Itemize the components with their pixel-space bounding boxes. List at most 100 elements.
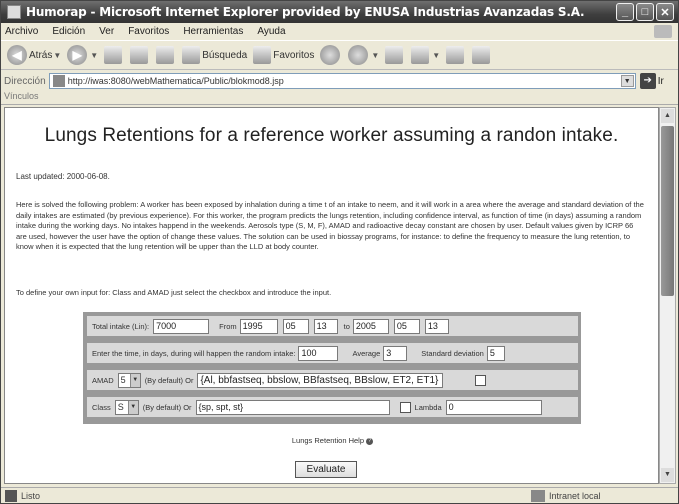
star-icon (253, 46, 272, 64)
address-dropdown-icon[interactable]: ▼ (620, 75, 634, 87)
address-input[interactable]: http://iwas:8080/webMathematica/Public/b… (48, 73, 636, 89)
menu-ayuda[interactable]: Ayuda (257, 26, 285, 37)
security-zone: Intranet local (531, 489, 601, 502)
print-icon (385, 46, 404, 64)
history-icon (320, 45, 341, 65)
back-button[interactable]: ◀ Atrás ▼ (7, 45, 61, 65)
amad-label: AMAD (92, 375, 114, 385)
maximize-button[interactable]: □ (636, 3, 654, 21)
back-label: Atrás (29, 49, 53, 61)
amad-default-label: (By default) Or (144, 375, 194, 385)
scroll-down-icon[interactable]: ▼ (661, 468, 674, 482)
menu-archivo[interactable]: Archivo (5, 26, 38, 37)
average-label: Average (352, 348, 381, 358)
mail-button[interactable]: ▼ (348, 45, 379, 65)
vertical-scrollbar[interactable]: ▲ ▼ (659, 107, 676, 484)
days-input[interactable]: 100 (298, 345, 339, 361)
from-month-input[interactable]: 05 (282, 318, 309, 334)
history-button[interactable] (320, 45, 342, 65)
title-bar: Humorap - Microsoft Internet Explorer pr… (1, 1, 678, 23)
menu-ver[interactable]: Ver (99, 26, 114, 37)
form-row-class: Class S ▼ (By default) Or {sp, spt, st} … (87, 397, 578, 417)
lambda-label: Lambda (414, 402, 442, 412)
status-text: Listo (21, 490, 41, 501)
from-year-input[interactable]: 1995 (239, 318, 278, 334)
menu-herramientas[interactable]: Herramientas (183, 26, 243, 37)
mail-dropdown-icon[interactable]: ▼ (371, 51, 379, 60)
evaluate-button[interactable]: Evaluate (295, 461, 357, 478)
windows-flag-icon (654, 25, 672, 38)
links-bar[interactable]: Vínculos (1, 91, 678, 105)
menu-edicion[interactable]: Edición (52, 26, 85, 37)
search-button[interactable]: Búsqueda (182, 46, 247, 64)
address-bar: Dirección http://iwas:8080/webMathematic… (1, 71, 678, 91)
scrollbar-thumb[interactable] (661, 126, 674, 296)
intranet-icon (531, 489, 545, 502)
form-row-amad: AMAD 5 ▼ (By default) Or {Al, bbfastseq,… (87, 370, 578, 390)
favorites-button[interactable]: Favoritos (253, 46, 314, 64)
zone-text: Intranet local (549, 490, 601, 501)
edit-button[interactable]: ▼ (411, 46, 440, 64)
go-label: Ir (657, 75, 664, 87)
discuss-button[interactable] (446, 46, 466, 64)
status-bar: Listo Intranet local (1, 487, 678, 503)
page-title: Lungs Retentions for a reference worker … (44, 125, 619, 146)
search-icon (182, 46, 201, 64)
help-link[interactable]: Lungs Retention Help ? (5, 436, 658, 445)
from-day-input[interactable]: 13 (313, 318, 338, 334)
class-custom-input[interactable]: {sp, spt, st} (195, 399, 390, 415)
stop-icon (104, 46, 123, 64)
class-selected-value: S (117, 401, 124, 412)
class-label: Class (92, 402, 111, 412)
stddev-input[interactable]: 5 (486, 345, 505, 361)
go-arrow-icon: ➔ (639, 73, 656, 89)
word-icon (411, 46, 430, 64)
close-button[interactable]: ✕ (656, 3, 674, 21)
to-year-input[interactable]: 2005 (352, 318, 389, 334)
stop-button[interactable] (104, 46, 124, 64)
minimize-button[interactable]: _ (616, 3, 634, 21)
stddev-label: Standard deviation (421, 348, 484, 358)
help-label[interactable]: Lungs Retention Help (292, 436, 364, 445)
last-updated: Last updated: 2000-06-08. (16, 172, 110, 181)
scroll-up-icon[interactable]: ▲ (661, 109, 674, 123)
refresh-icon (130, 46, 149, 64)
to-month-input[interactable]: 05 (393, 318, 420, 334)
ie-icon (7, 5, 21, 19)
class-select[interactable]: S ▼ (114, 399, 139, 415)
page-content: Lungs Retentions for a reference worker … (4, 107, 659, 484)
amad-checkbox[interactable] (475, 374, 487, 386)
status-left: Listo (1, 489, 521, 502)
forward-dropdown-icon[interactable]: ▼ (90, 51, 98, 60)
address-label: Dirección (4, 75, 46, 87)
form-row-intake: Total intake (Lin): 7000 From 1995 05 13… (87, 316, 578, 336)
print-button[interactable] (385, 46, 405, 64)
menu-bar: Archivo Edición Ver Favoritos Herramient… (1, 23, 678, 40)
form-row-days: Enter the time, in days, during will hap… (87, 343, 578, 363)
mail-icon (348, 45, 369, 65)
discuss-icon (446, 46, 465, 64)
edit-dropdown-icon[interactable]: ▼ (432, 51, 440, 60)
forward-button[interactable]: ▶ ▼ (67, 45, 98, 65)
go-button[interactable]: ➔ Ir (639, 73, 664, 89)
search-label: Búsqueda (202, 49, 248, 61)
home-button[interactable] (156, 46, 176, 64)
amad-custom-input[interactable]: {Al, bbfastseq, bbslow, BBfastseq, BBslo… (197, 372, 444, 388)
to-day-input[interactable]: 13 (424, 318, 449, 334)
home-icon (156, 46, 175, 64)
refresh-button[interactable] (130, 46, 150, 64)
total-intake-input[interactable]: 7000 (153, 318, 210, 334)
lambda-checkbox[interactable] (399, 401, 411, 413)
help-icon[interactable]: ? (366, 437, 374, 445)
amad-select[interactable]: 5 ▼ (117, 372, 141, 388)
back-dropdown-icon[interactable]: ▼ (53, 51, 61, 60)
page-icon (52, 75, 65, 87)
menu-favoritos[interactable]: Favoritos (128, 26, 169, 37)
amad-selected-value: 5 (120, 374, 126, 385)
average-input[interactable]: 3 (383, 345, 408, 361)
input-form: Total intake (Lin): 7000 From 1995 05 13… (83, 312, 581, 424)
days-label: Enter the time, in days, during will hap… (92, 348, 296, 358)
lambda-input[interactable]: 0 (445, 399, 542, 415)
messenger-button[interactable] (472, 46, 492, 64)
messenger-icon (472, 46, 491, 64)
